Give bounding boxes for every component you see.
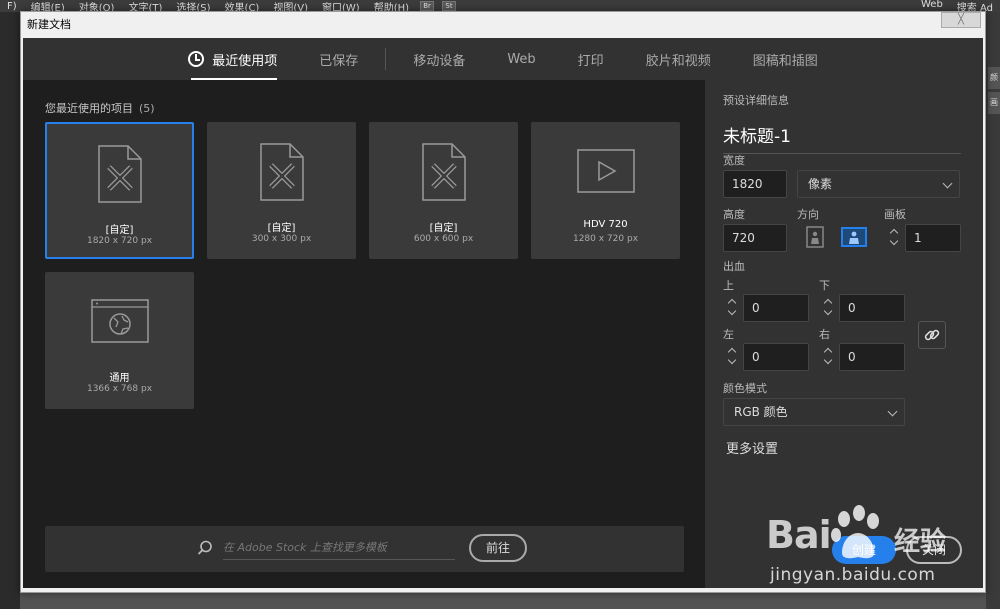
chevron-down-icon [942,178,953,189]
tab-film-video[interactable]: 胶片和视频 [625,38,732,80]
color-mode-label: 颜色模式 [723,382,767,395]
orientation-label: 方向 [797,208,819,221]
tab-mobile[interactable]: 移动设备 [392,38,486,80]
bleed-top-input[interactable]: 0 [743,294,809,322]
recent-item-name: 通用 [109,373,130,384]
adobe-stock-search: 在 Adobe Stock 上查找更多模板 前往 [45,526,684,572]
watermark-brand: Bai [766,513,832,557]
units-dropdown[interactable]: 像素 [797,170,960,198]
artboards-label: 画板 [884,208,906,221]
tab-art-illustration[interactable]: 图稿和插图 [732,38,839,80]
recent-item-size: 1366 x 768 px [86,384,153,394]
tab-label: Web [507,51,536,67]
recent-item-name: HDV 720 [583,219,628,230]
recent-item-size: 300 x 300 px [251,234,312,244]
tab-label: 图稿和插图 [752,53,818,69]
height-label: 高度 [723,208,745,221]
video-play-icon [531,142,680,202]
recent-items-pane: 您最近使用的项目 (5) [自定] 1820 x 720 px [自定] 300 … [23,80,705,588]
app-background-left [0,12,20,609]
tab-label: 打印 [577,53,604,69]
height-input[interactable]: 720 [723,224,787,252]
bleed-label: 出血 [723,260,745,273]
search-icon [197,540,212,555]
link-bleed-button[interactable] [918,321,946,349]
bleed-right-label: 右 [819,328,830,341]
bleed-left-label: 左 [723,328,734,341]
recent-items-heading: 您最近使用的项目 (5) [45,100,155,116]
tab-saved[interactable]: 已保存 [298,38,379,80]
recent-item-name: [自定] [429,223,458,234]
recent-item-card[interactable]: HDV 720 1280 x 720 px [531,122,680,259]
dialog-titlebar: 新建文档 [21,12,985,36]
decrement-icon [727,306,737,316]
preset-category-tabs: 最近使用项 已保存 移动设备 Web 打印 胶片和视频 图稿和插图 [23,38,983,80]
bleed-top-stepper[interactable] [725,294,741,322]
decrement-icon [727,355,737,365]
decrement-icon [823,355,833,365]
width-label: 宽度 [723,154,745,167]
document-template-icon [207,142,356,202]
recent-item-name: [自定] [267,223,296,234]
menu-item[interactable]: F) [0,1,24,12]
bleed-right-input[interactable]: 0 [839,343,905,371]
color-panel-tab[interactable]: 颜 [988,67,1000,89]
clock-icon [188,51,205,67]
recent-item-size: 1820 x 720 px [86,236,153,246]
chevron-down-icon [887,406,898,417]
go-button[interactable]: 前往 [469,534,527,562]
bridge-icon[interactable]: Br [420,1,435,11]
color-mode-dropdown[interactable]: RGB 颜色 [723,398,905,426]
portrait-orientation-icon[interactable] [804,226,826,248]
recent-item-size: 1280 x 720 px [572,234,639,244]
web-globe-icon [45,292,194,352]
recent-item-card[interactable]: [自定] 1820 x 720 px [45,122,194,259]
document-template-icon [47,144,192,204]
document-name-input[interactable]: 未标题-1 [723,122,961,154]
landscape-orientation-icon[interactable] [841,226,867,248]
tab-label: 最近使用项 [212,53,278,69]
bleed-bottom-input[interactable]: 0 [839,294,905,322]
decrement-icon [889,236,899,246]
artboards-input[interactable]: 1 [905,224,961,252]
stock-icon[interactable]: St [442,1,457,11]
tab-web[interactable]: Web [486,38,556,80]
tab-recent[interactable]: 最近使用项 [167,38,298,80]
recent-item-card[interactable]: [自定] 300 x 300 px [207,122,356,259]
tab-label: 移动设备 [413,53,466,69]
units-value: 像素 [808,177,833,191]
artboards-stepper[interactable] [887,224,903,252]
bleed-left-stepper[interactable] [725,343,741,371]
tab-divider [385,48,387,70]
width-input[interactable]: 1820 [723,170,787,198]
recent-item-card[interactable]: 通用 1366 x 768 px [45,272,194,409]
bleed-top-label: 上 [723,279,734,292]
dialog-title: 新建文档 [27,18,71,31]
baidu-watermark: Bai 经验 jingyan.baidu.com [766,505,996,605]
stock-search-input[interactable]: 在 Adobe Stock 上查找更多模板 [223,539,455,560]
recent-items-title: 您最近使用的项目 [45,102,133,115]
chain-link-icon [924,329,940,341]
decrement-icon [823,306,833,316]
more-settings-link[interactable]: 更多设置 [726,438,778,457]
tab-label: 已保存 [319,53,359,69]
watermark-url: jingyan.baidu.com [770,565,936,585]
artboard-panel-tab[interactable]: 画 [988,92,1000,114]
preset-details-header: 预设详细信息 [723,94,789,107]
tab-label: 胶片和视频 [645,53,711,69]
recent-items-count: (5) [139,102,155,115]
bleed-right-stepper[interactable] [821,343,837,371]
tab-print[interactable]: 打印 [557,38,625,80]
paw-logo-icon [831,505,879,559]
bleed-left-input[interactable]: 0 [743,343,809,371]
bleed-bottom-label: 下 [819,279,830,292]
recent-item-name: [自定] [105,225,134,236]
document-template-icon [369,142,518,202]
recent-item-size: 600 x 600 px [413,234,474,244]
watermark-brand-cn: 经验 [894,527,947,557]
color-mode-value: RGB 颜色 [734,405,788,419]
recent-item-card[interactable]: [自定] 600 x 600 px [369,122,518,259]
bleed-bottom-stepper[interactable] [821,294,837,322]
dialog-close-button[interactable]: ╳ [941,12,981,28]
